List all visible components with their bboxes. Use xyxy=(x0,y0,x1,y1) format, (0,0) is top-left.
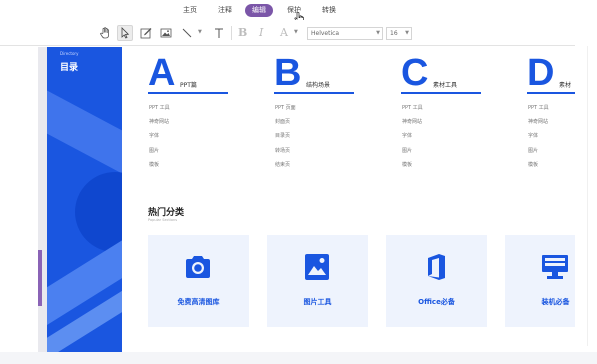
font-family-select[interactable]: Helvetica ▼ xyxy=(307,27,383,40)
edit-toolbar: ▼ B I A ▼ Helvetica ▼ 16 ▼ xyxy=(0,20,575,46)
image-tool-button[interactable] xyxy=(158,25,174,41)
category-item: 结束页 xyxy=(275,162,291,168)
category-item: 图片 xyxy=(528,148,539,154)
category-item: 字体 xyxy=(402,133,413,139)
category-item: 神奇网站 xyxy=(402,119,423,125)
menu-edit[interactable]: 编辑 xyxy=(245,4,273,17)
page-scroll-indicator[interactable] xyxy=(38,250,42,306)
card-install-essentials[interactable]: 装机必备 xyxy=(505,235,575,327)
card-label: 图片工具 xyxy=(303,298,332,306)
card-label: 免费高清图库 xyxy=(177,298,220,306)
menu-home[interactable]: 主页 xyxy=(183,4,197,17)
window-right-edge xyxy=(575,0,597,364)
category-item: 目录页 xyxy=(275,133,291,139)
category-letter: B xyxy=(274,52,302,94)
window-bottom-edge xyxy=(0,352,597,364)
font-family-value: Helvetica xyxy=(311,30,340,37)
category-item: PPT 工具 xyxy=(149,105,170,111)
category-item: PPT 页面 xyxy=(275,105,296,111)
category-rule xyxy=(401,92,481,94)
category-letter: D xyxy=(527,52,555,94)
line-options-caret-icon[interactable]: ▼ xyxy=(198,29,202,35)
category-item: PPT 工具 xyxy=(528,105,549,111)
office-icon xyxy=(421,253,451,281)
category-item: 封面页 xyxy=(275,119,291,125)
category-item: 图片 xyxy=(402,148,413,154)
arrow-cursor-icon xyxy=(121,27,130,39)
text-color-caret-icon[interactable]: ▼ xyxy=(294,29,298,35)
text-color-button[interactable]: A xyxy=(280,26,288,39)
toolbar-divider xyxy=(231,26,232,40)
document-page[interactable]: Directory 目录 A PPT篇 PPT 工具 神奇网站 字体 图片 模板… xyxy=(38,47,575,352)
category-item: 模板 xyxy=(149,162,160,168)
font-size-value: 16 xyxy=(390,30,398,37)
category-rule xyxy=(527,92,575,94)
italic-button[interactable]: I xyxy=(259,26,263,39)
card-label: 装机必备 xyxy=(541,298,570,306)
menu-convert[interactable]: 转换 xyxy=(322,4,336,17)
category-label: 结构场景 xyxy=(306,82,331,89)
cover-panel: Directory 目录 xyxy=(47,47,122,352)
category-item: 转场页 xyxy=(275,148,291,154)
line-tool-button[interactable] xyxy=(179,25,195,41)
card-label: Office必备 xyxy=(418,298,455,306)
vertical-scrollbar[interactable] xyxy=(587,46,588,346)
chevron-down-icon: ▼ xyxy=(405,30,409,36)
camera-icon xyxy=(183,253,213,281)
chevron-down-icon: ▼ xyxy=(376,30,380,36)
edit-box-icon xyxy=(140,28,152,39)
hand-tool-button[interactable] xyxy=(97,25,113,41)
text-tool-button[interactable] xyxy=(211,25,227,41)
category-item: 图片 xyxy=(149,148,160,154)
category-item: PPT 工具 xyxy=(402,105,423,111)
menu-annotate[interactable]: 注释 xyxy=(218,4,232,17)
category-item: 模板 xyxy=(402,162,413,168)
category-label: 素材 xyxy=(559,82,572,89)
image-icon xyxy=(160,28,172,38)
picture-icon xyxy=(302,253,332,281)
page-left-margin xyxy=(38,47,47,352)
monitor-icon xyxy=(540,253,570,281)
category-rule xyxy=(148,92,228,94)
category-letter: A xyxy=(148,52,176,94)
category-label: PPT篇 xyxy=(180,82,197,89)
category-letter: C xyxy=(401,52,429,94)
cover-subtitle: Directory xyxy=(60,51,79,56)
bold-button[interactable]: B xyxy=(238,26,247,39)
cover-decoration xyxy=(75,172,122,252)
top-menu-bar: 主页 注释 编辑 保护 转换 xyxy=(0,0,597,25)
category-item: 字体 xyxy=(149,133,160,139)
edit-text-tool-button[interactable] xyxy=(138,25,154,41)
line-icon xyxy=(182,28,192,38)
cover-title: 目录 xyxy=(60,63,79,73)
card-free-hd-gallery[interactable]: 免费高清图库 xyxy=(148,235,249,327)
text-icon xyxy=(215,28,223,38)
category-item: 神奇网站 xyxy=(528,119,549,125)
select-tool-button[interactable] xyxy=(117,25,133,41)
card-image-tools[interactable]: 图片工具 xyxy=(267,235,368,327)
card-office-essentials[interactable]: Office必备 xyxy=(386,235,487,327)
hot-section-title: 热门分类 xyxy=(148,208,185,218)
category-item: 神奇网站 xyxy=(149,119,170,125)
font-size-select[interactable]: 16 ▼ xyxy=(386,27,412,40)
category-item: 模板 xyxy=(528,162,539,168)
category-label: 素材工具 xyxy=(433,82,458,89)
category-item: 字体 xyxy=(528,133,539,139)
hand-icon xyxy=(100,27,109,39)
hot-section-subtitle: Popular Sections xyxy=(148,218,178,222)
category-rule xyxy=(274,92,354,94)
